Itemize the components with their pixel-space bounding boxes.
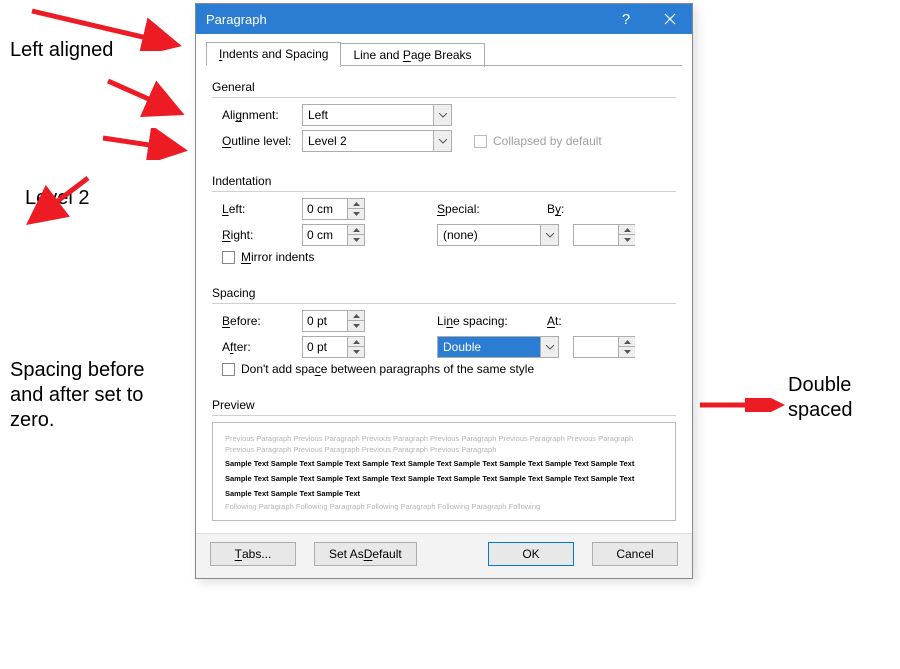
dialog-body: General Alignment: Left Outline level: L… xyxy=(196,67,692,533)
preview-previous: Previous Paragraph Previous Paragraph Pr… xyxy=(225,433,663,456)
indent-right-label: Right: xyxy=(222,228,302,242)
spin-up-icon[interactable] xyxy=(348,225,364,235)
section-general: General xyxy=(212,80,676,94)
before-label: Before: xyxy=(222,314,302,328)
chevron-down-icon xyxy=(540,337,558,357)
at-spinner[interactable] xyxy=(573,336,635,358)
button-row: Tabs... Set As Default OK Cancel xyxy=(196,533,692,578)
dialog-title: Paragraph xyxy=(206,12,267,27)
alignment-label: Alignment: xyxy=(222,108,302,122)
spin-down-icon[interactable] xyxy=(348,235,364,245)
close-icon xyxy=(664,13,676,25)
indent-left-spinner[interactable] xyxy=(302,198,365,220)
titlebar: Paragraph ? xyxy=(196,4,692,34)
indent-right-spinner[interactable] xyxy=(302,224,365,246)
by-spinner[interactable] xyxy=(573,224,635,246)
at-input[interactable] xyxy=(574,337,618,357)
indent-left-input[interactable] xyxy=(303,199,347,219)
arrow-icon xyxy=(18,170,98,240)
by-input[interactable] xyxy=(574,225,618,245)
arrow-icon xyxy=(695,398,785,412)
spin-up-icon[interactable] xyxy=(619,337,635,347)
paragraph-dialog: Paragraph ? Indents and Spacing Line and… xyxy=(195,3,693,579)
after-spinner[interactable] xyxy=(302,336,365,358)
line-spacing-select[interactable]: Double xyxy=(437,336,559,358)
close-button[interactable] xyxy=(648,4,692,34)
collapsed-label: Collapsed by default xyxy=(493,134,602,148)
spin-down-icon[interactable] xyxy=(348,209,364,219)
dontadd-checkbox[interactable] xyxy=(222,363,235,376)
outline-select[interactable]: Level 2 xyxy=(302,130,452,152)
set-default-button[interactable]: Set As Default xyxy=(314,542,417,566)
mirror-checkbox[interactable] xyxy=(222,251,235,264)
line-spacing-value: Double xyxy=(438,337,540,357)
arrow-icon xyxy=(95,128,195,160)
after-input[interactable] xyxy=(303,337,347,357)
alignment-value: Left xyxy=(308,108,328,122)
chevron-down-icon xyxy=(540,225,558,245)
chevron-down-icon xyxy=(433,105,451,125)
spin-down-icon[interactable] xyxy=(619,347,635,357)
preview-sample: Sample Text Sample Text Sample Text Samp… xyxy=(225,456,663,501)
special-select[interactable]: (none) xyxy=(437,224,559,246)
ok-button[interactable]: OK xyxy=(488,542,574,566)
section-preview: Preview xyxy=(212,398,676,412)
tab-row: Indents and Spacing Line and Page Breaks xyxy=(196,34,692,66)
at-label: At: xyxy=(547,314,597,328)
after-label: After: xyxy=(222,340,302,354)
tab-indents-spacing[interactable]: Indents and Spacing xyxy=(206,42,341,66)
mirror-label: Mirror indents xyxy=(241,250,314,264)
tabs-button[interactable]: Tabs... xyxy=(210,542,296,566)
help-button[interactable]: ? xyxy=(604,4,648,34)
cancel-button[interactable]: Cancel xyxy=(592,542,678,566)
preview-following: Following Paragraph Following Paragraph … xyxy=(225,501,663,512)
spin-down-icon[interactable] xyxy=(348,347,364,357)
outline-value: Level 2 xyxy=(308,134,347,148)
annotation-double-spaced: Double spaced xyxy=(788,373,888,423)
special-value: (none) xyxy=(443,228,478,242)
annotation-spacing-zero: Spacing before and after set to zero. xyxy=(10,358,180,433)
by-label: By: xyxy=(547,202,597,216)
section-spacing: Spacing xyxy=(212,286,676,300)
spin-up-icon[interactable] xyxy=(348,337,364,347)
spin-up-icon[interactable] xyxy=(348,199,364,209)
preview-box: Previous Paragraph Previous Paragraph Pr… xyxy=(212,422,676,521)
arrow-icon xyxy=(100,73,195,121)
indent-left-label: Left: xyxy=(222,202,302,216)
before-input[interactable] xyxy=(303,311,347,331)
chevron-down-icon xyxy=(433,131,451,151)
before-spinner[interactable] xyxy=(302,310,365,332)
arrow-icon xyxy=(22,3,192,51)
section-indentation: Indentation xyxy=(212,174,676,188)
indent-right-input[interactable] xyxy=(303,225,347,245)
outline-label: Outline level: xyxy=(222,134,302,148)
spin-down-icon[interactable] xyxy=(348,321,364,331)
spin-up-icon[interactable] xyxy=(619,225,635,235)
spin-up-icon[interactable] xyxy=(348,311,364,321)
collapsed-checkbox xyxy=(474,135,487,148)
dontadd-label: Don't add space between paragraphs of th… xyxy=(241,362,534,376)
alignment-select[interactable]: Left xyxy=(302,104,452,126)
special-label: Special: xyxy=(437,202,547,216)
tab-line-page-breaks[interactable]: Line and Page Breaks xyxy=(340,43,484,67)
spin-down-icon[interactable] xyxy=(619,235,635,245)
line-spacing-label: Line spacing: xyxy=(437,314,547,328)
